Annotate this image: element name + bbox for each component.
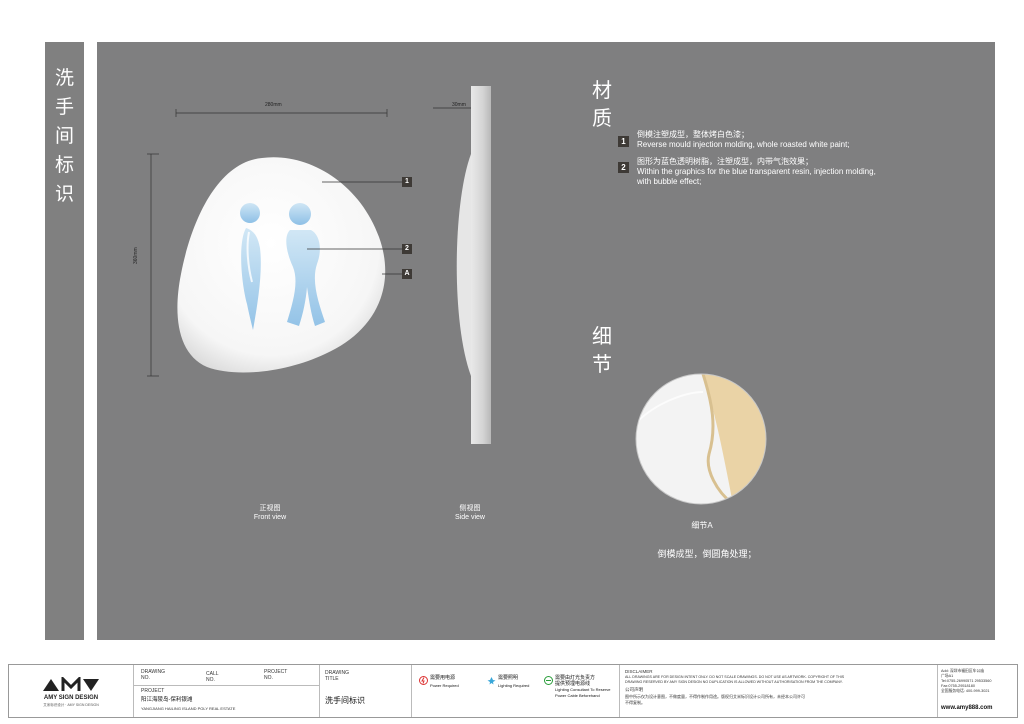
material-item-2: 图形为蓝色透明树脂，注塑成型，内带气泡效果； Within the graphi… bbox=[637, 157, 876, 186]
title-char: 洗 bbox=[54, 67, 74, 89]
disclaimer: DISCLAIMER ALL DRAWINGS ARE FOR DESIGN I… bbox=[619, 665, 938, 717]
material-title: 材 质 bbox=[592, 78, 612, 130]
detail-title: 细 节 bbox=[592, 324, 612, 376]
drawing-numbers: DRAWING NO. CALL NO. PROJECT NO. PROJECT 阳江… bbox=[133, 665, 320, 717]
requirements: 需要用电源 Power Required 需要照明 Lighting Require… bbox=[411, 665, 620, 717]
title-block: AMY SIGN DESIGN 艾米标识设计 · AMY SIGN DESIGN… bbox=[8, 664, 1018, 718]
detail-a-image bbox=[636, 374, 766, 504]
side-view-profile bbox=[471, 86, 491, 444]
logo-text: AMY SIGN DESIGN bbox=[43, 695, 99, 701]
height-dimension: 360mm bbox=[133, 247, 139, 264]
title-char: 间 bbox=[54, 125, 74, 147]
company-logo: AMY SIGN DESIGN 艾米标识设计 · AMY SIGN DESIGN bbox=[9, 665, 134, 717]
amy-logo-icon bbox=[43, 677, 99, 691]
callout-1: 1 bbox=[402, 177, 412, 187]
drawing-title-value: 洗手间标识 bbox=[325, 696, 365, 705]
project-en: YANGJIANG HAILING ISLAND POLY REAL ESTAT… bbox=[141, 706, 236, 711]
side-view-label-cn: 侧视图 bbox=[459, 505, 481, 512]
callout-a: A bbox=[402, 269, 412, 279]
depth-dimension: 30mm bbox=[452, 102, 466, 108]
website-link[interactable]: www.amy888.com bbox=[941, 705, 992, 711]
title-strip: 洗 手 间 标 识 bbox=[45, 42, 84, 640]
title-char: 识 bbox=[54, 183, 74, 205]
cable-icon bbox=[544, 676, 553, 685]
logo-sub: 艾米标识设计 · AMY SIGN DESIGN bbox=[43, 703, 99, 707]
side-view-label-en: Side view bbox=[455, 514, 485, 521]
project-cn: 阳江海陵岛-保利银滩 bbox=[141, 697, 193, 703]
detail-a-label: 细节A bbox=[691, 521, 713, 530]
project-no-label: PROJECT NO. bbox=[264, 669, 288, 681]
callout-2: 2 bbox=[402, 244, 412, 254]
sign-body bbox=[177, 157, 386, 373]
material-item-1: 倒模注塑成型，整体烤白色漆； Reverse mould injection m… bbox=[637, 130, 850, 149]
title-char: 标 bbox=[54, 154, 74, 176]
side-view-bulge bbox=[456, 154, 471, 376]
company-address: Add: 深圳市福田区车公庙 广场A1 Tel:0755-26990571 29… bbox=[941, 669, 993, 711]
drawing-no-label: DRAWING NO. bbox=[141, 669, 165, 681]
drawing-title: DRAWING TITLE 洗手间标识 bbox=[319, 665, 412, 717]
front-view-label-en: Front view bbox=[253, 514, 287, 521]
title-char: 手 bbox=[54, 96, 74, 118]
material-num-1: 1 bbox=[618, 136, 629, 147]
power-icon bbox=[419, 676, 428, 685]
detail-a-note: 倒模成型，倒圆角处理； bbox=[657, 549, 757, 559]
front-view-label-cn: 正视图 bbox=[259, 505, 281, 512]
lighting-icon bbox=[487, 677, 496, 685]
width-dimension: 280mm bbox=[265, 102, 282, 108]
material-num-2: 2 bbox=[618, 162, 629, 173]
call-no-label: CALL NO. bbox=[206, 671, 219, 683]
drawing-panel: 280mm 360mm 30mm 1 2 A 正视图 Front view 侧视… bbox=[97, 42, 995, 640]
project-label: PROJECT bbox=[141, 688, 165, 694]
